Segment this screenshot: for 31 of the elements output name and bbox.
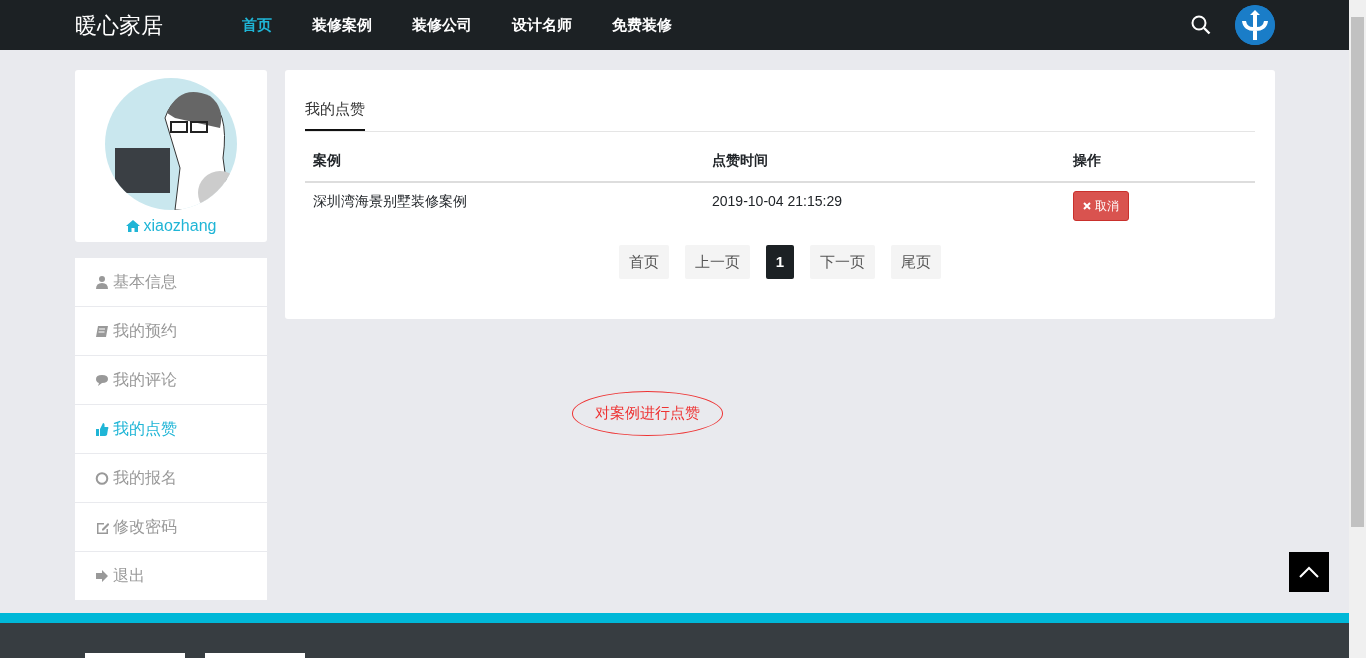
page-link[interactable]: 首页: [618, 244, 669, 279]
tab[interactable]: 我的点赞: [305, 98, 365, 131]
user-icon: [95, 274, 109, 290]
nav-link[interactable]: 首页: [242, 13, 272, 37]
home-icon: [125, 220, 140, 232]
column-header: 点赞时间: [704, 139, 1065, 182]
site-logo[interactable]: 暖心家居: [75, 8, 242, 42]
chevron-up-icon: [1299, 566, 1319, 578]
page-link[interactable]: 下一页: [810, 244, 876, 279]
annotation-ellipse: 对案例进行点赞: [572, 391, 723, 436]
nav-link[interactable]: 设计名师: [512, 13, 572, 37]
scrollbar[interactable]: [1349, 0, 1366, 658]
page-link[interactable]: 上一页: [684, 244, 750, 279]
circle-icon: [95, 470, 109, 486]
nav-link[interactable]: 装修公司: [412, 13, 472, 37]
sign-out-icon: [95, 568, 109, 584]
nav-link[interactable]: 装修案例: [312, 13, 372, 37]
book-icon: [95, 323, 109, 339]
back-to-top-button[interactable]: [1289, 552, 1329, 592]
thumbs-up-icon: [95, 421, 109, 437]
column-header: 案例: [305, 139, 704, 182]
table-cell: 2019-10-04 21:15:29: [704, 181, 1065, 229]
search-icon[interactable]: [1191, 15, 1211, 35]
page-link[interactable]: 1: [765, 244, 795, 279]
cancel-button[interactable]: 取消: [1073, 190, 1129, 221]
nav-link[interactable]: 免费装修: [612, 13, 672, 37]
page-link[interactable]: 尾页: [891, 244, 942, 279]
user-avatar-icon[interactable]: [1235, 5, 1275, 45]
table-cell: 深圳湾海景别墅装修案例: [305, 181, 704, 229]
close-icon: [1083, 201, 1091, 210]
column-header: 操作: [1065, 139, 1255, 182]
